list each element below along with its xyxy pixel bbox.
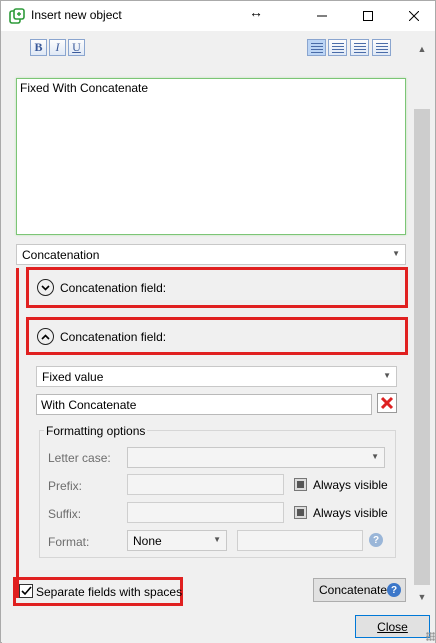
align-justify-button[interactable] <box>372 39 391 56</box>
bold-button[interactable]: B <box>30 39 47 56</box>
chevron-down-icon: ▼ <box>383 371 391 380</box>
prefix-input[interactable] <box>127 474 284 495</box>
format-value: None <box>133 534 162 548</box>
dialog-body: B I U Fixed With Concatenate Concatenati… <box>2 31 435 643</box>
scroll-thumb[interactable] <box>414 109 430 585</box>
help-icon: ? <box>387 583 401 597</box>
chevron-down-icon[interactable] <box>37 279 54 296</box>
section-label: Concatenation field: <box>60 280 167 295</box>
format-label: Format: <box>48 535 90 549</box>
object-type-select[interactable]: Concatenation ▼ <box>16 244 406 265</box>
minimize-button[interactable] <box>299 1 345 31</box>
letter-case-label: Letter case: <box>48 451 111 465</box>
highlight-line <box>16 268 19 598</box>
italic-button[interactable]: I <box>49 39 66 56</box>
concatenate-label: Concatenate <box>319 583 388 597</box>
separate-fields-label: Separate fields with spaces <box>36 585 183 599</box>
title-bar[interactable]: Insert new object ↔ <box>1 1 435 31</box>
align-left-button[interactable] <box>307 39 326 56</box>
section-header-concatenation-2[interactable]: Concatenation field: <box>29 318 405 355</box>
checkmark-icon <box>20 586 32 596</box>
section-label: Concatenation field: <box>60 329 167 344</box>
close-window-button[interactable] <box>391 1 436 31</box>
suffix-input[interactable] <box>127 502 284 523</box>
app-icon <box>9 8 25 24</box>
resize-arrows-icon: ↔ <box>249 4 263 20</box>
chevron-up-icon[interactable] <box>37 328 54 345</box>
resize-grip-icon[interactable] <box>426 632 435 641</box>
prefix-label: Prefix: <box>48 479 83 493</box>
scroll-content: B I U Fixed With Concatenate Concatenati… <box>2 31 410 601</box>
chevron-down-icon: ▼ <box>371 452 379 461</box>
close-button[interactable]: Close <box>355 615 430 638</box>
formatting-options-title: Formatting options <box>44 424 148 438</box>
align-justify-icon <box>376 43 388 53</box>
align-left-icon <box>311 43 323 53</box>
vertical-scrollbar[interactable]: ▲ ▼ <box>411 31 433 609</box>
section-header-concatenation-1[interactable]: Concatenation field: <box>29 269 405 306</box>
letter-case-select[interactable]: ▼ <box>127 447 385 468</box>
separate-fields-checkbox[interactable] <box>19 584 33 598</box>
suffix-always-visible-checkbox[interactable] <box>294 506 307 519</box>
close-icon <box>409 11 419 21</box>
help-icon[interactable]: ? <box>369 533 383 547</box>
align-right-button[interactable] <box>350 39 369 56</box>
align-right-icon <box>354 43 366 53</box>
scroll-down-icon[interactable]: ▼ <box>411 587 433 607</box>
dialog-window: Insert new object ↔ B I U Fixed With Con… <box>0 0 436 643</box>
scroll-up-icon[interactable]: ▲ <box>411 39 433 59</box>
field-source-value: Fixed value <box>42 370 104 384</box>
align-center-icon <box>332 43 344 53</box>
content-editor[interactable]: Fixed With Concatenate <box>16 78 406 235</box>
align-center-button[interactable] <box>328 39 347 56</box>
format-select[interactable]: None ▼ <box>127 530 227 551</box>
chevron-down-icon: ▼ <box>392 249 400 258</box>
concatenate-button[interactable]: Concatenate ? <box>313 578 406 602</box>
chevron-down-icon: ▼ <box>213 535 221 544</box>
window-title: Insert new object <box>31 8 122 22</box>
maximize-button[interactable] <box>345 1 391 31</box>
object-type-value: Concatenation <box>22 248 100 262</box>
maximize-icon <box>363 11 373 21</box>
close-label: Close <box>377 619 408 634</box>
fixed-value-input[interactable]: With Concatenate <box>36 394 372 415</box>
delete-field-icon[interactable] <box>377 393 397 413</box>
underline-button[interactable]: U <box>68 39 85 56</box>
suffix-label: Suffix: <box>48 507 82 521</box>
minimize-icon <box>317 15 327 17</box>
field-source-select[interactable]: Fixed value ▼ <box>36 366 397 387</box>
format-extra-input[interactable] <box>237 530 363 551</box>
prefix-always-visible-label: Always visible <box>313 478 388 492</box>
prefix-always-visible-checkbox[interactable] <box>294 478 307 491</box>
suffix-always-visible-label: Always visible <box>313 506 388 520</box>
